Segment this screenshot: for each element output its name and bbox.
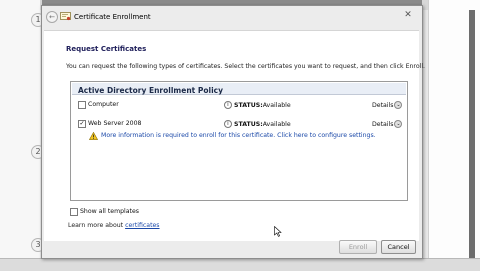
instruction-text: You can request the following types of c… <box>66 63 426 70</box>
enrollment-policy-list: Active Directory Enrollment Policy Compu… <box>70 81 408 201</box>
web-server-checkbox[interactable]: ✓ <box>78 120 86 128</box>
template-label-web-server: Web Server 2008 <box>88 120 142 127</box>
dialog-header: ← Certificate Enrollment ✕ <box>42 6 422 28</box>
background-left-panel <box>0 0 40 270</box>
details-link-computer[interactable]: Details ⌄ <box>372 101 403 109</box>
details-label: Details <box>372 102 394 109</box>
chevron-down-icon: ⌄ <box>394 120 403 128</box>
configure-settings-link[interactable]: More information is required to enroll f… <box>101 132 376 139</box>
status-value: Available <box>262 102 291 109</box>
close-icon[interactable]: ✕ <box>402 9 414 21</box>
computer-checkbox[interactable] <box>78 101 86 109</box>
status-info-icon: i <box>224 120 232 128</box>
background-right-panel <box>428 0 480 270</box>
policy-title: Active Directory Enrollment Policy <box>78 86 223 95</box>
status-key: STATUS: <box>234 121 263 128</box>
show-all-checkbox[interactable] <box>70 208 78 216</box>
mouse-cursor-icon <box>274 226 282 237</box>
status-key: STATUS: <box>234 102 263 109</box>
cancel-button[interactable]: Cancel <box>381 240 416 254</box>
status-text: i STATUS:Available <box>224 101 291 109</box>
warning-icon <box>89 132 98 140</box>
dialog-content: Request Certificates You can request the… <box>44 30 425 241</box>
show-all-label: Show all templates <box>80 208 140 215</box>
policy-header: Active Directory Enrollment Policy <box>72 83 406 95</box>
chevron-down-icon: ⌄ <box>394 101 403 109</box>
certificate-icon <box>60 12 71 21</box>
enroll-button[interactable]: Enroll <box>339 240 377 254</box>
dialog-title: Certificate Enrollment <box>74 13 151 21</box>
status-value: Available <box>262 121 291 128</box>
page-title: Request Certificates <box>66 45 147 53</box>
certificates-link[interactable]: certificates <box>125 222 159 229</box>
background-bottom-bar <box>0 258 480 271</box>
learn-more-prefix: Learn more about <box>68 222 126 229</box>
learn-more-text: Learn more about certificates <box>68 222 160 229</box>
details-label: Details <box>372 121 394 128</box>
details-link-web-server[interactable]: Details ⌄ <box>372 120 403 128</box>
status-info-icon: i <box>224 101 232 109</box>
status-text: i STATUS:Available <box>224 120 291 128</box>
template-label-computer: Computer <box>88 101 119 108</box>
back-arrow-icon[interactable]: ← <box>46 11 58 23</box>
background-scrollbar[interactable] <box>469 10 475 268</box>
certificate-enrollment-dialog: ← Certificate Enrollment ✕ Request Certi… <box>41 5 425 259</box>
